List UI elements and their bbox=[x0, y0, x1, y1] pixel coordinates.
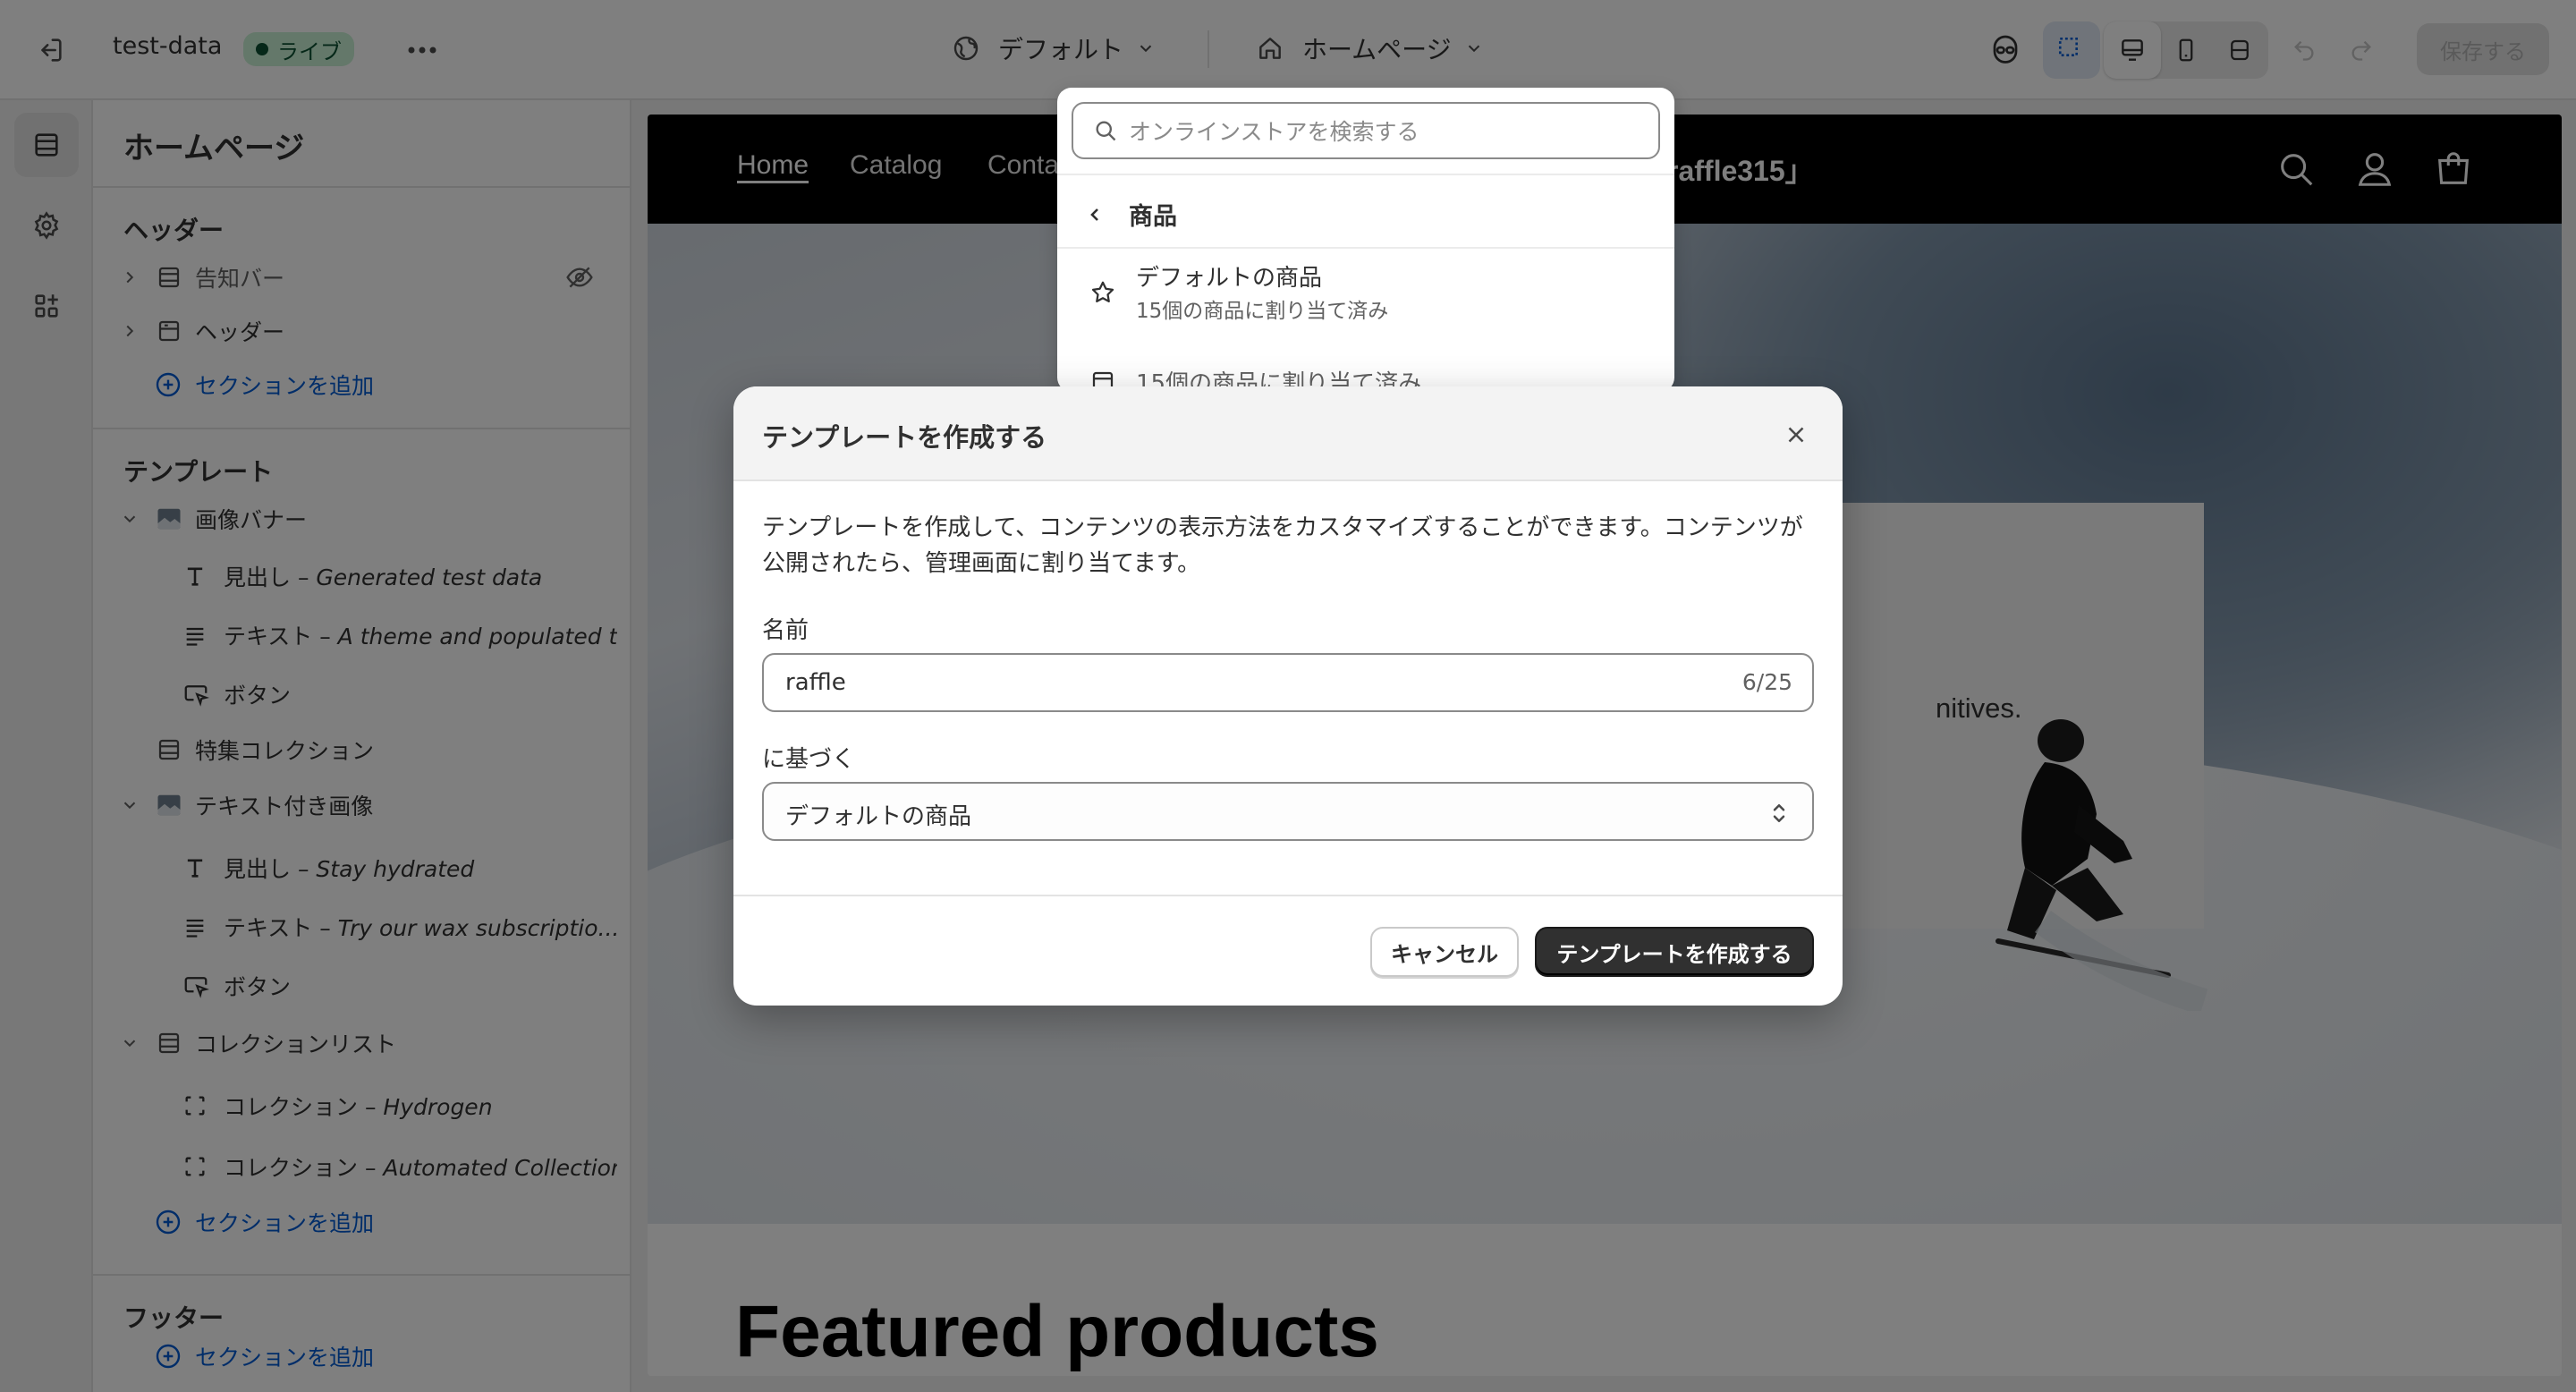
star-icon bbox=[1091, 281, 1114, 302]
close-icon bbox=[1788, 427, 1804, 443]
modal-footer-divider bbox=[733, 895, 1843, 896]
cancel-button[interactable]: キャンセル bbox=[1370, 927, 1519, 977]
back-to-products-button[interactable]: 商品 bbox=[1084, 197, 1177, 232]
based-on-selected-value: デフォルトの商品 bbox=[785, 803, 972, 830]
template-option-default-product[interactable]: デフォルトの商品 15個の商品に割り当て済み bbox=[1057, 249, 1674, 331]
select-arrows-icon bbox=[1773, 804, 1785, 822]
back-label: 商品 bbox=[1129, 203, 1177, 231]
close-button[interactable] bbox=[1778, 417, 1814, 453]
modal-header: テンプレートを作成する bbox=[733, 386, 1843, 481]
based-on-select[interactable]: デフォルトの商品 bbox=[762, 782, 1814, 841]
chevron-left-icon bbox=[1090, 208, 1098, 221]
template-option-subtitle: 15個の商品に割り当て済み bbox=[1136, 300, 1389, 323]
name-field-label: 名前 bbox=[762, 617, 809, 644]
template-name-input[interactable] bbox=[764, 655, 1694, 710]
template-search-field[interactable]: オンラインストアを検索する bbox=[1072, 102, 1660, 159]
based-on-field-label: に基づく bbox=[762, 746, 856, 773]
character-count: 6/25 bbox=[1741, 669, 1792, 695]
create-template-modal: テンプレートを作成する テンプレートを作成して、コンテンツの表示方法をカスタマイ… bbox=[733, 386, 1843, 1006]
template-option-title: デフォルトの商品 bbox=[1136, 265, 1323, 292]
create-template-button[interactable]: テンプレートを作成する bbox=[1535, 927, 1814, 977]
search-icon bbox=[1096, 121, 1116, 141]
modal-description: テンプレートを作成して、コンテンツの表示方法をカスタマイズすることができます。コ… bbox=[762, 514, 1803, 577]
dropdown-divider bbox=[1057, 174, 1674, 175]
template-picker-dropdown: オンラインストアを検索する 商品 デフォルトの商品 15個の商品に割り当て済み … bbox=[1057, 88, 1674, 392]
template-name-field[interactable]: 6/25 bbox=[762, 653, 1814, 712]
template-search-placeholder: オンラインストアを検索する bbox=[1129, 119, 1419, 145]
modal-title: テンプレートを作成する bbox=[762, 422, 1047, 453]
